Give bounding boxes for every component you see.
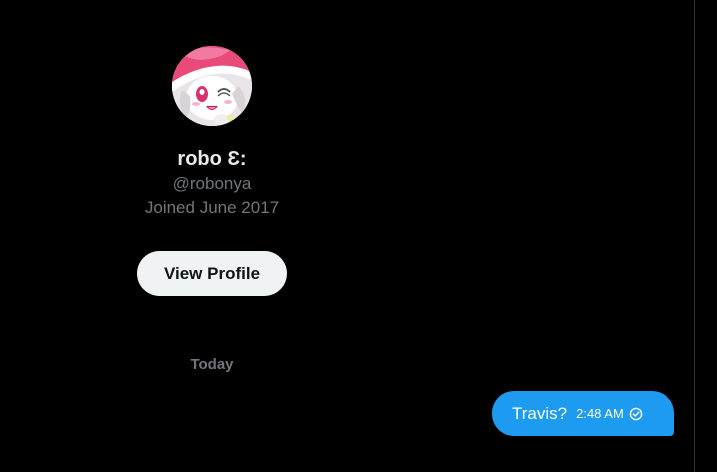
view-profile-button[interactable]: View Profile xyxy=(137,251,287,296)
message-bubble[interactable]: Travis? 2:48 AM xyxy=(492,391,674,436)
display-name: robo Ɛ: xyxy=(177,148,247,170)
panel-divider xyxy=(694,0,695,472)
dm-conversation-view: robo Ɛ: @robonya Joined June 2017 View P… xyxy=(0,0,717,472)
message-text: Travis? xyxy=(512,403,568,423)
avatar[interactable] xyxy=(172,46,252,126)
check-circle-icon xyxy=(629,407,643,421)
message-timestamp: 2:48 AM xyxy=(576,405,624,421)
day-separator: Today xyxy=(190,356,234,373)
profile-header: robo Ɛ: @robonya Joined June 2017 View P… xyxy=(0,0,424,373)
anime-character-avatar-icon xyxy=(172,46,252,126)
user-handle: @robonya xyxy=(172,174,252,193)
joined-date: Joined June 2017 xyxy=(144,198,280,217)
